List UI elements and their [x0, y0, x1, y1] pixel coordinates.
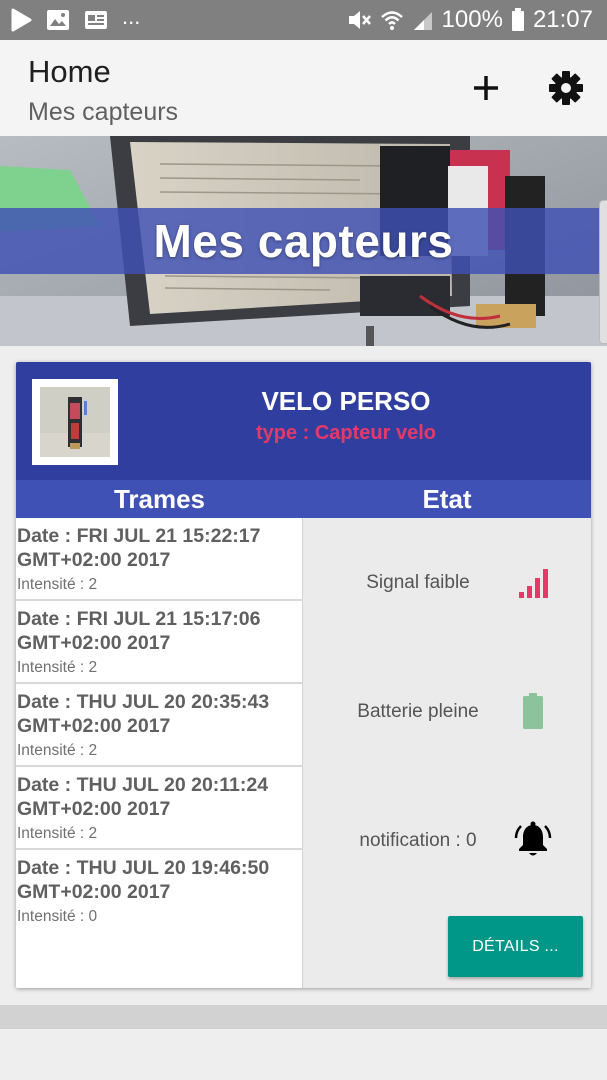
notification-label: notification : 0 — [359, 830, 477, 851]
frame-intensity: Intensité : 2 — [17, 576, 98, 593]
battery-percent: 100% — [441, 6, 503, 33]
app-bar: Home Mes capteurs — [0, 40, 607, 136]
hero-banner-title: Mes capteurs — [153, 215, 454, 267]
frame-intensity: Intensité : 2 — [17, 659, 98, 676]
sensor-card[interactable]: VELO PERSO type : Capteur velo Trames Et… — [16, 362, 591, 988]
settings-icon — [549, 71, 583, 105]
frame-date: Date : THU JUL 20 20:11:24 GMT+02:00 201… — [17, 774, 269, 820]
sensor-thumbnail[interactable] — [32, 379, 118, 465]
frame-date: Date : THU JUL 20 20:35:43 GMT+02:00 201… — [17, 691, 270, 737]
sensor-card-header: VELO PERSO type : Capteur velo — [16, 362, 591, 480]
battery-label: Batterie pleine — [357, 701, 479, 722]
list-item[interactable]: Date : THU JUL 20 19:46:50 GMT+02:00 201… — [16, 850, 303, 933]
play-icon — [11, 8, 32, 32]
settings-button[interactable] — [546, 68, 586, 108]
frame-intensity: Intensité : 2 — [17, 825, 98, 842]
sensor-photo — [40, 387, 110, 457]
frame-date: Date : FRI JUL 21 15:22:17 GMT+02:00 201… — [17, 525, 261, 571]
image-icon — [47, 10, 69, 30]
status-battery-icon — [511, 8, 524, 31]
frames-list[interactable]: Date : FRI JUL 21 15:22:17 GMT+02:00 201… — [16, 518, 303, 988]
sensor-type: type : Capteur velo — [255, 422, 437, 444]
bell-icon — [514, 821, 552, 856]
battery-status: Batterie pleine — [303, 683, 591, 743]
page-title: Home — [28, 54, 111, 89]
list-item[interactable]: Date : FRI JUL 21 15:17:06 GMT+02:00 201… — [16, 601, 303, 684]
notification-status: notification : 0 — [303, 812, 591, 872]
bottom-strip — [0, 1005, 607, 1029]
signal-bars-icon — [519, 569, 548, 598]
list-item[interactable]: Date : THU JUL 20 20:35:43 GMT+02:00 201… — [16, 684, 303, 767]
add-icon — [474, 76, 498, 100]
status-time: 21:07 — [532, 6, 593, 33]
state-column-header: Etat — [303, 480, 591, 518]
add-button[interactable] — [468, 68, 504, 108]
cell-signal-icon — [413, 12, 432, 30]
hero-banner: Mes capteurs — [0, 208, 607, 274]
wifi-icon — [380, 11, 403, 30]
frames-column-header: Trames — [16, 480, 303, 518]
list-item[interactable]: Date : FRI JUL 21 15:22:17 GMT+02:00 201… — [16, 518, 303, 601]
signal-status: Signal faible — [303, 554, 591, 614]
page-subtitle: Mes capteurs — [28, 98, 179, 126]
details-button[interactable]: DÉTAILS ... — [448, 916, 583, 977]
status-overflow: ... — [122, 4, 141, 29]
mute-icon — [348, 11, 371, 29]
frame-intensity: Intensité : 0 — [17, 908, 98, 925]
battery-full-icon — [523, 693, 543, 729]
list-item[interactable]: Date : THU JUL 20 20:11:24 GMT+02:00 201… — [16, 767, 303, 850]
signal-label: Signal faible — [366, 572, 470, 593]
scroll-indicator — [599, 200, 607, 344]
sensor-name: VELO PERSO — [261, 386, 431, 416]
frame-date: Date : THU JUL 20 19:46:50 GMT+02:00 201… — [17, 857, 270, 903]
frame-intensity: Intensité : 2 — [17, 742, 98, 759]
status-bar: ... 100% 21:07 — [0, 0, 607, 40]
news-icon — [85, 11, 107, 29]
frame-date: Date : FRI JUL 21 15:17:06 GMT+02:00 201… — [17, 608, 261, 654]
hero-image: Mes capteurs — [0, 136, 607, 346]
